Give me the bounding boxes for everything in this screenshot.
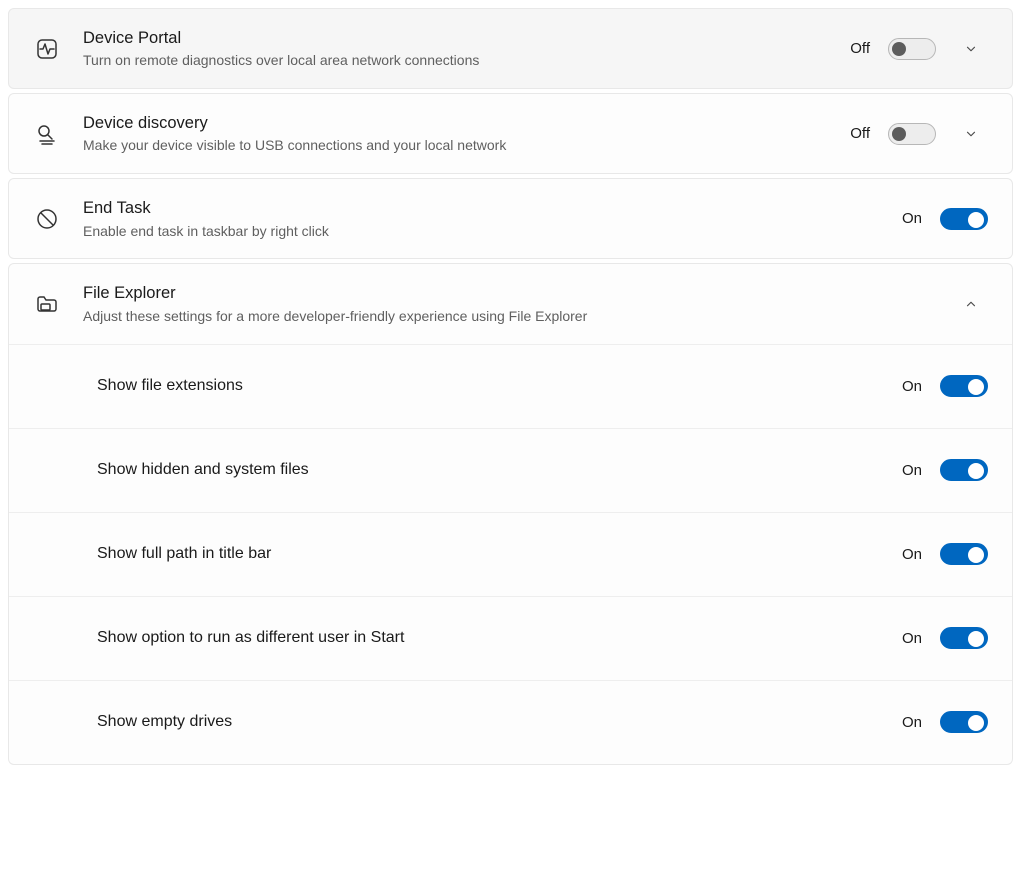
toggle-run-as-different-user[interactable]	[940, 627, 988, 649]
setting-controls: On	[902, 459, 988, 481]
toggle-device-portal[interactable]	[888, 38, 936, 60]
setting-subtitle: Adjust these settings for a more develop…	[83, 307, 932, 326]
setting-title: File Explorer	[83, 282, 932, 304]
collapse-button[interactable]	[954, 287, 988, 321]
expand-button[interactable]	[954, 32, 988, 66]
setting-text: File Explorer Adjust these settings for …	[83, 282, 932, 325]
chevron-up-icon	[964, 297, 978, 311]
setting-card-file-explorer: File Explorer Adjust these settings for …	[8, 263, 1013, 764]
setting-subrow-show-hidden-files: Show hidden and system files On	[9, 428, 1012, 512]
setting-subrow-show-empty-drives: Show empty drives On	[9, 680, 1012, 764]
setting-row: Device Portal Turn on remote diagnostics…	[9, 9, 1012, 88]
toggle-state-label: On	[902, 630, 922, 647]
setting-title: Show hidden and system files	[97, 459, 880, 481]
setting-subtitle: Turn on remote diagnostics over local ar…	[83, 51, 828, 70]
setting-row[interactable]: File Explorer Adjust these settings for …	[9, 264, 1012, 343]
toggle-state-label: On	[902, 714, 922, 731]
setting-text: Device discovery Make your device visibl…	[83, 112, 828, 155]
setting-subrow-show-file-extensions: Show file extensions On	[9, 344, 1012, 428]
toggle-state-label: On	[902, 378, 922, 395]
expand-button[interactable]	[954, 117, 988, 151]
toggle-show-full-path[interactable]	[940, 543, 988, 565]
heartbeat-monitor-icon	[33, 35, 61, 63]
setting-controls: Off	[850, 117, 988, 151]
setting-text: Show file extensions	[97, 375, 880, 397]
toggle-device-discovery[interactable]	[888, 123, 936, 145]
toggle-show-hidden-files[interactable]	[940, 459, 988, 481]
chevron-down-icon	[964, 127, 978, 141]
toggle-state-label: On	[902, 462, 922, 479]
setting-subrow-run-as-different-user: Show option to run as different user in …	[9, 596, 1012, 680]
setting-text: Show hidden and system files	[97, 459, 880, 481]
toggle-state-label: On	[902, 210, 922, 227]
setting-controls: On	[902, 543, 988, 565]
setting-text: End Task Enable end task in taskbar by r…	[83, 197, 880, 240]
setting-controls	[954, 287, 988, 321]
setting-title: Show full path in title bar	[97, 543, 880, 565]
setting-text: Show option to run as different user in …	[97, 627, 880, 649]
toggle-state-label: Off	[850, 40, 870, 57]
setting-text: Show full path in title bar	[97, 543, 880, 565]
setting-controls: On	[902, 627, 988, 649]
setting-title: Device Portal	[83, 27, 828, 49]
setting-title: Show file extensions	[97, 375, 880, 397]
toggle-show-file-extensions[interactable]	[940, 375, 988, 397]
setting-subtitle: Make your device visible to USB connecti…	[83, 136, 828, 155]
toggle-end-task[interactable]	[940, 208, 988, 230]
toggle-state-label: Off	[850, 125, 870, 142]
setting-row: Device discovery Make your device visibl…	[9, 94, 1012, 173]
prohibit-icon	[33, 205, 61, 233]
setting-title: Device discovery	[83, 112, 828, 134]
setting-text: Show empty drives	[97, 711, 880, 733]
setting-text: Device Portal Turn on remote diagnostics…	[83, 27, 828, 70]
setting-controls: On	[902, 375, 988, 397]
search-device-icon	[33, 120, 61, 148]
toggle-show-empty-drives[interactable]	[940, 711, 988, 733]
setting-controls: On	[902, 208, 988, 230]
chevron-down-icon	[964, 42, 978, 56]
setting-card-device-portal[interactable]: Device Portal Turn on remote diagnostics…	[8, 8, 1013, 89]
setting-row: End Task Enable end task in taskbar by r…	[9, 179, 1012, 258]
setting-card-device-discovery[interactable]: Device discovery Make your device visibl…	[8, 93, 1013, 174]
setting-title: End Task	[83, 197, 880, 219]
setting-card-end-task[interactable]: End Task Enable end task in taskbar by r…	[8, 178, 1013, 259]
setting-subtitle: Enable end task in taskbar by right clic…	[83, 222, 880, 241]
setting-title: Show empty drives	[97, 711, 880, 733]
setting-subrow-show-full-path: Show full path in title bar On	[9, 512, 1012, 596]
setting-title: Show option to run as different user in …	[97, 627, 880, 649]
setting-controls: Off	[850, 32, 988, 66]
folder-icon	[33, 290, 61, 318]
toggle-state-label: On	[902, 546, 922, 563]
setting-controls: On	[902, 711, 988, 733]
